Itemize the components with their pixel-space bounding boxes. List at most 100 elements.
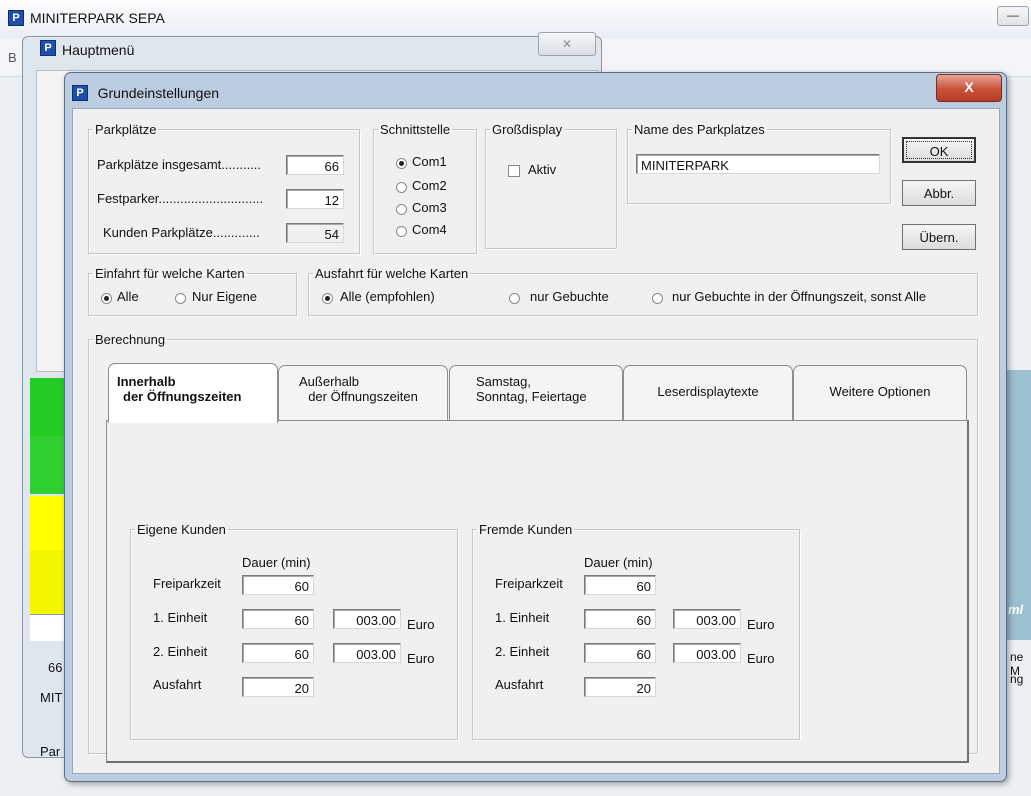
tab-wochenende[interactable]: Samstag, Sonntag, Feiertage: [449, 365, 623, 421]
eigene-einheit2-minutes-input[interactable]: 60: [242, 643, 314, 663]
apply-button[interactable]: Übern.: [902, 224, 976, 250]
eigene-einheit2-price-input[interactable]: 003.00: [333, 643, 401, 663]
hauptmenu-close-button[interactable]: ✕: [538, 32, 596, 56]
parking-name-legend: Name des Parkplatzes: [634, 122, 765, 137]
status-band-green: [30, 436, 68, 494]
festparker-input[interactable]: 12: [286, 189, 344, 209]
einfahrt-alle-label: Alle: [117, 289, 139, 304]
com3-radio[interactable]: [396, 204, 407, 215]
fremde-einheit2-unit: Euro: [747, 651, 775, 666]
tab-leserdisplay-label: Leserdisplaytexte: [657, 384, 759, 399]
dialog-titlebar: P Grundeinstellungen: [72, 84, 219, 101]
einfahrt-alle-radio[interactable]: [101, 293, 112, 304]
fremde-einheit2-minutes-input[interactable]: 60: [584, 643, 656, 663]
total-spaces-input[interactable]: 66: [286, 155, 344, 175]
tab-innerhalb[interactable]: Innerhalb der Öffnungszeiten: [108, 363, 278, 423]
parkplaetze-legend: Parkplätze: [95, 122, 157, 137]
eigene-ausfahrt-label: Ausfahrt: [153, 677, 202, 692]
ausfahrt-gebuchte-label: nur Gebuchte: [530, 289, 609, 304]
fremde-einheit1-price-input[interactable]: 003.00: [673, 609, 741, 629]
total-spaces-label: Parkplätze insgesamt...........: [97, 157, 262, 172]
parking-app-icon: P: [8, 10, 24, 26]
eigene-freiparkzeit-input[interactable]: 60: [242, 575, 314, 595]
parking-app-icon: P: [72, 84, 88, 101]
parking-app-icon: P: [40, 40, 56, 56]
eigene-freiparkzeit-label: Freiparkzeit: [153, 576, 221, 591]
status-band-green: [30, 378, 68, 436]
status-band-yellow: [30, 550, 68, 614]
fremde-einheit2-price-input[interactable]: 003.00: [673, 643, 741, 663]
right-image-strip: ml: [1004, 370, 1031, 640]
cancel-button[interactable]: Abbr.: [902, 180, 976, 206]
tab-ausserhalb-line2: der Öffnungszeiten: [308, 389, 418, 404]
ausfahrt-gebuchte-radio[interactable]: [509, 293, 520, 304]
eigene-dauer-label: Dauer (min): [242, 555, 311, 570]
com2-label: Com2: [412, 178, 447, 193]
eigene-ausfahrt-input[interactable]: 20: [242, 677, 314, 697]
tab-innerhalb-line1: Innerhalb: [117, 374, 176, 389]
ausfahrt-alle-label: Alle (empfohlen): [340, 289, 435, 304]
com3-label: Com3: [412, 200, 447, 215]
hauptmenu-title: Hauptmenü: [62, 42, 135, 58]
customer-spaces-label: Kunden Parkplätze.............: [103, 225, 260, 240]
grossdisplay-checkbox[interactable]: [508, 165, 520, 177]
close-icon: ✕: [561, 37, 573, 51]
berechnung-legend: Berechnung: [95, 332, 166, 347]
tab-ausserhalb-line1: Außerhalb: [299, 374, 359, 389]
eigene-einheit1-label: 1. Einheit: [153, 610, 208, 625]
minimize-button[interactable]: —: [997, 6, 1029, 26]
fremde-einheit2-label: 2. Einheit: [495, 644, 550, 659]
ausfahrt-oeffnung-label: nur Gebuchte in der Öffnungszeit, sonst …: [672, 289, 927, 304]
schnittstelle-legend: Schnittstelle: [380, 122, 451, 137]
eigene-einheit1-minutes-input[interactable]: 60: [242, 609, 314, 629]
main-window-title: MINITERPARK SEPA: [30, 10, 165, 26]
parking-name-input[interactable]: MINITERPARK: [636, 154, 880, 174]
fremde-ausfahrt-label: Ausfahrt: [495, 677, 544, 692]
tab-wochenende-line2: Sonntag, Feiertage: [476, 389, 587, 404]
fremde-freiparkzeit-input[interactable]: 60: [584, 575, 656, 595]
fremde-kunden-legend: Fremde Kunden: [479, 522, 573, 537]
eigene-einheit2-label: 2. Einheit: [153, 644, 208, 659]
dialog-close-button[interactable]: X: [936, 74, 1002, 102]
fremde-einheit1-minutes-input[interactable]: 60: [584, 609, 656, 629]
ausfahrt-legend: Ausfahrt für welche Karten: [315, 266, 469, 281]
tab-weitere-label: Weitere Optionen: [829, 384, 931, 399]
einfahrt-eigene-radio[interactable]: [175, 293, 186, 304]
grossdisplay-legend: Großdisplay: [492, 122, 563, 137]
com1-label: Com1: [412, 154, 447, 169]
grossdisplay-group: Großdisplay: [485, 122, 617, 249]
fremde-dauer-label: Dauer (min): [584, 555, 653, 570]
ausfahrt-oeffnung-radio[interactable]: [652, 293, 663, 304]
fremde-einheit1-label: 1. Einheit: [495, 610, 550, 625]
com1-radio[interactable]: [396, 158, 407, 169]
tab-wochenende-line1: Samstag,: [476, 374, 531, 389]
tab-ausserhalb[interactable]: Außerhalb der Öffnungszeiten: [278, 365, 448, 421]
status-band-yellow: [30, 496, 68, 550]
com4-radio[interactable]: [396, 226, 407, 237]
left-name-text: MIT: [40, 690, 63, 705]
eigene-einheit2-unit: Euro: [407, 651, 435, 666]
fremde-freiparkzeit-label: Freiparkzeit: [495, 576, 563, 591]
ausfahrt-alle-radio[interactable]: [322, 293, 333, 304]
watermark-text: ml: [1008, 602, 1024, 617]
close-icon: X: [964, 79, 974, 95]
einfahrt-legend: Einfahrt für welche Karten: [95, 266, 245, 281]
main-titlebar: P MINITERPARK SEPA: [0, 0, 1031, 39]
tab-weitere-optionen[interactable]: Weitere Optionen: [793, 365, 967, 421]
festparker-label: Festparker.............................: [97, 191, 264, 206]
dialog-title: Grundeinstellungen: [97, 84, 220, 101]
ok-button[interactable]: OK: [902, 137, 976, 163]
fremde-ausfahrt-input[interactable]: 20: [584, 677, 656, 697]
grossdisplay-checkbox-label: Aktiv: [528, 162, 557, 177]
einfahrt-eigene-label: Nur Eigene: [192, 289, 258, 304]
tab-leserdisplay[interactable]: Leserdisplaytexte: [623, 365, 793, 421]
menu-fragment[interactable]: B: [8, 50, 17, 65]
customer-spaces-field: 54: [286, 223, 344, 243]
eigene-einheit1-price-input[interactable]: 003.00: [333, 609, 401, 629]
com2-radio[interactable]: [396, 182, 407, 193]
com4-label: Com4: [412, 222, 447, 237]
left-count-text: 66: [48, 660, 63, 675]
left-par-text: Par: [40, 744, 61, 759]
eigene-einheit1-unit: Euro: [407, 617, 435, 632]
tab-innerhalb-line2: der Öffnungszeiten: [123, 389, 242, 404]
